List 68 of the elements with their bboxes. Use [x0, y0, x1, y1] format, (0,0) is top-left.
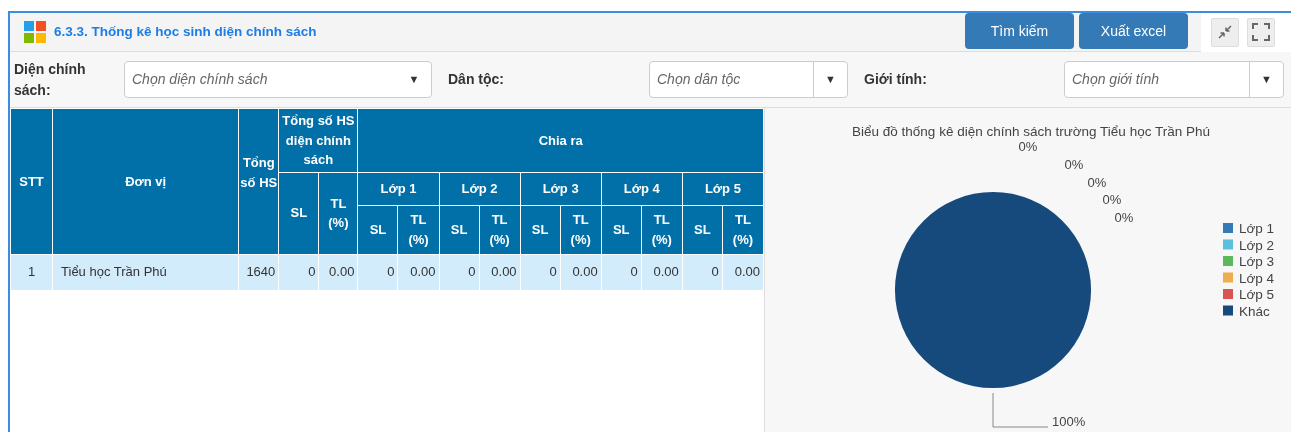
data-label: 0% [1102, 192, 1122, 207]
data-label: 0% [1018, 139, 1038, 154]
column-header: SL [601, 205, 642, 254]
legend-label: Lớp 3 [1239, 254, 1275, 269]
table-cell: 0.00 [641, 254, 683, 290]
column-header: SL [278, 172, 319, 254]
legend-swatch [1223, 289, 1233, 299]
data-label: 0% [1114, 210, 1134, 225]
table-cell: Tiểu học Trần Phú [52, 254, 239, 290]
column-header: TL (%) [641, 205, 683, 254]
page-title: 6.3.3. Thống kê học sinh diện chính sách [54, 22, 317, 41]
legend-label: Lớp 1 [1239, 221, 1275, 236]
table-cell: 0.00 [397, 254, 439, 290]
column-header: Lớp 5 [682, 172, 764, 205]
table-cell: 0 [357, 254, 398, 290]
legend-swatch [1223, 305, 1233, 316]
search-button[interactable]: Tìm kiếm [965, 13, 1074, 49]
dropdown[interactable]: Chọn diện chính sách ▼ [124, 61, 432, 98]
column-header: SL [682, 205, 723, 254]
column-header: TL (%) [397, 205, 439, 254]
export-button[interactable]: Xuất excel [1079, 13, 1188, 49]
table-cell: 0 [520, 254, 561, 290]
filter-label: Giới tính: [863, 70, 928, 89]
column-header: SL [357, 205, 398, 254]
column-header: Tổng số HS [238, 108, 279, 254]
column-header: Chia ra [357, 108, 764, 172]
column-header: TL (%) [560, 205, 602, 254]
column-header: Lớp 4 [601, 172, 683, 205]
dropdown[interactable]: Chọn giới tính ▼ [1064, 61, 1284, 98]
legend-swatch [1223, 272, 1233, 283]
leader-line [992, 392, 1049, 428]
column-header: SL [520, 205, 561, 254]
data-label: 0% [1087, 175, 1107, 190]
dropdown[interactable]: Chọn dân tộc ▼ [649, 61, 848, 98]
column-header: Lớp 1 [357, 172, 439, 205]
table-cell: 0 [601, 254, 642, 290]
column-header: TL (%) [722, 205, 764, 254]
legend-label: Lớp 4 [1239, 270, 1275, 286]
data-label: 0% [1064, 157, 1084, 172]
legend-swatch [1223, 256, 1233, 266]
column-header: TL (%) [479, 205, 521, 254]
column-header: Tổng số HS diện chính sách [278, 108, 358, 172]
legend-swatch [1223, 223, 1233, 233]
filter-label: Dân tộc: [447, 70, 505, 89]
app-logo-icon [24, 21, 46, 43]
table-cell: 0.00 [479, 254, 521, 290]
table-cell: 0 [278, 254, 319, 290]
legend-label: Lớp 2 [1239, 237, 1275, 253]
column-header: TL (%) [318, 172, 358, 254]
collapse-icon[interactable] [1211, 17, 1239, 47]
chart-title: Biểu đồ thống kê diện chính sách trường Tiểu học Trần Phú [852, 124, 1210, 139]
table-cell: 0 [682, 254, 723, 290]
legend-label: Khác [1239, 303, 1270, 319]
table-cell: 0.00 [722, 254, 764, 290]
legend-label: Lớp 5 [1239, 287, 1275, 302]
column-header: Lớp 2 [439, 172, 521, 205]
column-header: Lớp 3 [520, 172, 602, 205]
table-cell: 1 [10, 254, 53, 290]
table-cell: 0.00 [560, 254, 602, 290]
table-cell: 1640 [238, 254, 279, 290]
column-header: Đơn vị [52, 108, 239, 254]
legend-swatch [1223, 239, 1233, 250]
fullscreen-icon[interactable] [1247, 17, 1275, 47]
data-label: 100% [1052, 414, 1086, 429]
column-header: STT [10, 108, 53, 254]
filter-label: Diện chính sách: [14, 59, 87, 100]
column-header: SL [439, 205, 480, 254]
table-cell: 0 [439, 254, 480, 290]
